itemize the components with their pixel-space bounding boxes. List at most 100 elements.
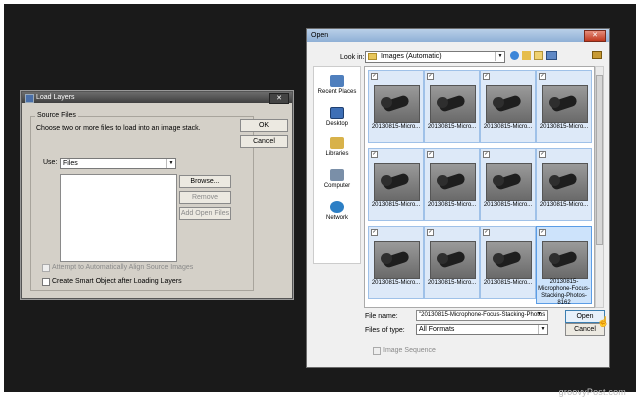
image-sequence-label: Image Sequence [383, 347, 436, 354]
look-in-select[interactable]: Images (Automatic) ▼ [365, 51, 505, 63]
checkbox-icon[interactable]: ✓ [427, 151, 434, 158]
place-label: Network [325, 215, 348, 221]
file-label: 20130815-Micro... [483, 202, 533, 208]
place-recent-places[interactable]: Recent Places [314, 75, 360, 95]
checkbox-icon[interactable]: ✓ [371, 151, 378, 158]
align-label: Attempt to Automatically Align Source Im… [52, 264, 194, 271]
microphone-thumbnail [542, 85, 588, 123]
smart-object-checkbox[interactable] [42, 278, 50, 286]
watermark: groovyPost.com [558, 387, 626, 397]
file-grid-scrollbar[interactable] [595, 66, 604, 308]
file-tile[interactable]: ✓ 20130815-Micro... [368, 226, 424, 299]
place-label: Libraries [325, 151, 349, 157]
checkbox-icon[interactable]: ✓ [483, 229, 490, 236]
load-layers-title: Load Layers [36, 94, 75, 101]
file-label: 20130815-Micro... [539, 202, 589, 208]
file-tile[interactable]: ✓ 20130815-Micro... [536, 70, 592, 143]
file-name-input[interactable]: "20130815-Microphone-Focus-Stacking-Phot… [416, 310, 548, 321]
view-menu-icon[interactable] [546, 51, 557, 60]
microphone-thumbnail [542, 241, 588, 279]
file-list[interactable] [60, 174, 177, 262]
load-layers-titlebar[interactable]: Load Layers ✕ [22, 92, 292, 104]
microphone-thumbnail [374, 241, 420, 279]
remove-button[interactable]: Remove [179, 191, 231, 204]
file-name-label: File name: [365, 313, 398, 320]
place-network[interactable]: Network [314, 201, 360, 221]
microphone-thumbnail [374, 85, 420, 123]
file-label: 20130815-Micro... [427, 124, 477, 130]
checkbox-icon[interactable]: ✓ [427, 73, 434, 80]
file-tile[interactable]: ✓ 20130815-Micro... [424, 148, 480, 221]
open-title: Open [311, 32, 329, 39]
up-folder-icon[interactable] [522, 51, 531, 60]
files-of-type-label: Files of type: [365, 327, 405, 334]
close-icon[interactable]: ✕ [584, 30, 606, 42]
microphone-thumbnail [374, 163, 420, 201]
open-dialog: Open ✕ Look in: Images (Automatic) ▼ Rec… [306, 28, 610, 368]
close-icon[interactable]: ✕ [269, 93, 289, 104]
add-open-files-button[interactable]: Add Open Files [179, 207, 231, 220]
recent-places-icon [330, 75, 344, 87]
microphone-thumbnail [430, 241, 476, 279]
file-tile[interactable]: ✓ 20130815-Micro... [424, 226, 480, 299]
file-tile[interactable]: ✓ 20130815-Micro... [536, 148, 592, 221]
cancel-button[interactable]: Cancel [240, 135, 288, 148]
new-folder-icon[interactable] [534, 51, 543, 60]
microphone-thumbnail [486, 241, 532, 279]
use-select[interactable]: Files ▼ [60, 158, 176, 169]
file-tile[interactable]: ✓ 20130815-Micro... [424, 70, 480, 143]
use-label: Use: [43, 159, 58, 166]
checkbox-icon[interactable]: ✓ [539, 73, 546, 80]
checkbox-icon[interactable]: ✓ [483, 73, 490, 80]
chevron-down-icon: ▼ [538, 325, 547, 334]
checkbox-icon[interactable]: ✓ [371, 229, 378, 236]
browse-button[interactable]: Browse... [179, 175, 231, 188]
place-computer[interactable]: Computer [314, 169, 360, 189]
file-name-value: "20130815-Microphone-Focus-Stacking-Phot… [419, 312, 546, 318]
file-tile[interactable]: ✓ 20130815-Micro... [368, 70, 424, 143]
checkbox-icon[interactable]: ✓ [483, 151, 490, 158]
ok-button[interactable]: OK [240, 119, 288, 132]
place-libraries[interactable]: Libraries [314, 137, 360, 157]
checkbox-icon[interactable]: ✓ [427, 229, 434, 236]
place-label: Recent Places [317, 89, 357, 95]
align-checkbox[interactable] [42, 264, 50, 272]
file-label: 20130815-Micro... [371, 280, 421, 286]
back-icon[interactable] [510, 51, 519, 60]
chevron-down-icon[interactable]: ▼ [537, 311, 542, 317]
file-tile[interactable]: ✓ 20130815-Micro... [480, 226, 536, 299]
instructions-text: Choose two or more files to load into an… [36, 125, 201, 132]
source-files-group: Source Files Choose two or more files to… [30, 112, 254, 291]
file-tile[interactable]: ✓ 20130815-Micro... [368, 148, 424, 221]
files-of-type-select[interactable]: All Formats ▼ [416, 324, 548, 335]
camera-icon[interactable] [592, 51, 602, 59]
file-tile-selected[interactable]: ✓ 20130815-Microphone-Focus-Stacking-Phot… [536, 226, 592, 306]
microphone-thumbnail [430, 85, 476, 123]
checkbox-icon[interactable]: ✓ [539, 229, 546, 236]
chevron-down-icon: ▼ [495, 52, 504, 61]
file-label: 20130815-Micro... [371, 202, 421, 208]
chevron-down-icon: ▼ [166, 159, 175, 168]
source-files-legend: Source Files [35, 112, 78, 119]
image-sequence-checkbox[interactable] [373, 347, 381, 355]
look-in-label: Look in: [340, 54, 365, 61]
photoshop-icon [25, 94, 34, 103]
file-tile[interactable]: ✓ 20130815-Micro... [480, 148, 536, 221]
file-tile[interactable]: ✓ 20130815-Micro... [480, 70, 536, 143]
scrollbar-thumb[interactable] [596, 75, 603, 245]
file-label: 20130815-Micro... [371, 124, 421, 130]
files-of-type-value: All Formats [419, 326, 455, 333]
place-label: Desktop [325, 121, 348, 127]
checkbox-icon[interactable]: ✓ [539, 151, 546, 158]
folder-icon [368, 52, 377, 60]
checkbox-icon[interactable]: ✓ [371, 73, 378, 80]
network-icon [330, 201, 344, 213]
file-grid[interactable]: ✓ 20130815-Micro... ✓ 20130815-Micro... ✓ 2… [364, 66, 595, 308]
places-bar: Recent Places Desktop Libraries Computer… [313, 66, 361, 264]
place-desktop[interactable]: Desktop [314, 107, 360, 127]
open-titlebar[interactable]: Open ✕ [307, 29, 609, 42]
microphone-thumbnail [486, 85, 532, 123]
microphone-thumbnail [486, 163, 532, 201]
file-label: 20130815-Microphone-Focus-Stacking-Photo… [538, 279, 590, 306]
file-label: 20130815-Micro... [427, 280, 477, 286]
